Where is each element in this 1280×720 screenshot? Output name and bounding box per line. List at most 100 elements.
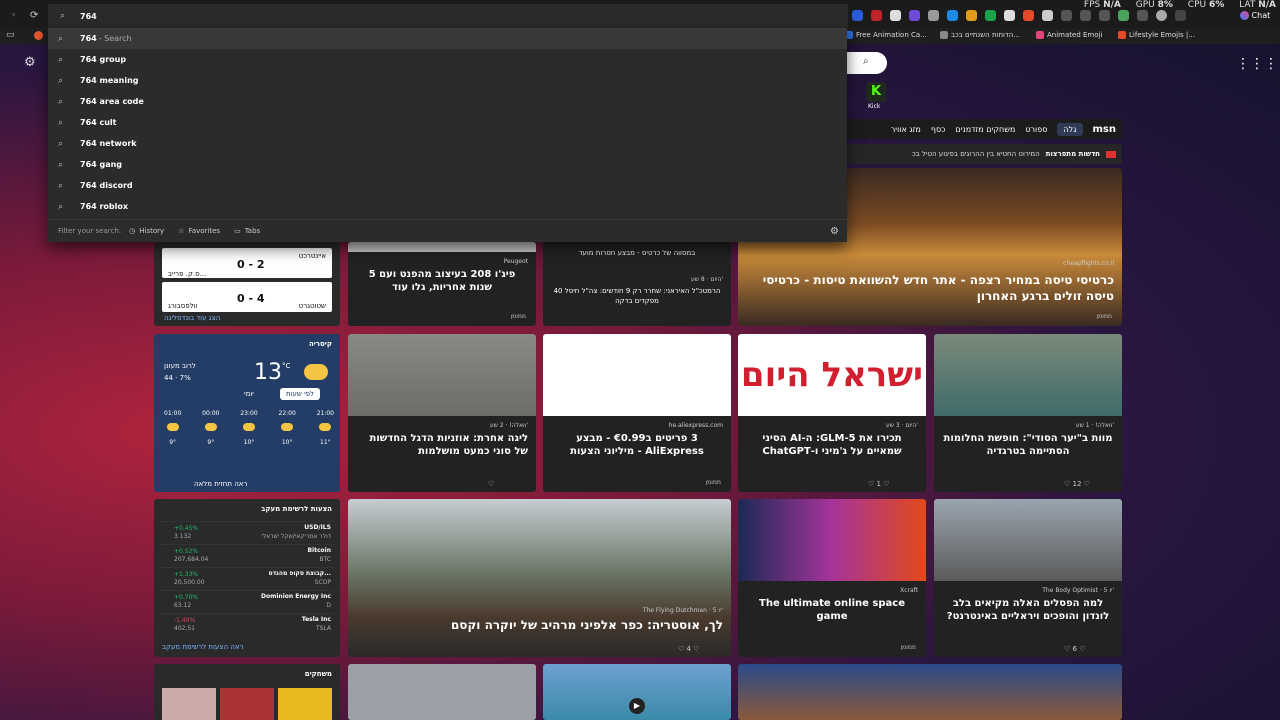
nav-tab[interactable]: מזג אוויר	[891, 125, 921, 134]
news-card[interactable]: במסווה של כרטיס - מבצע חסרות מועד היום ·…	[543, 242, 731, 326]
extension-icon[interactable]	[909, 10, 920, 21]
like-button[interactable]: ♡ 6 ♡	[1064, 645, 1086, 653]
suggestion-item[interactable]: ⌕ 764 group	[48, 49, 847, 70]
like-button[interactable]: ♡ 4 ♡	[678, 645, 700, 653]
news-card[interactable]: וואלה! · 1 שע' מוות ב"יער הסודי": חופשת …	[934, 334, 1122, 492]
suggestion-item[interactable]: ⌕ 764 cult	[48, 112, 847, 133]
team-name: וולפסבורג	[168, 302, 198, 310]
extension-icon[interactable]	[928, 10, 939, 21]
extension-icon[interactable]	[1042, 10, 1053, 21]
news-card[interactable]	[348, 664, 536, 720]
extension-icon[interactable]	[871, 10, 882, 21]
split-screen-icon[interactable]	[1080, 10, 1091, 21]
news-card[interactable]	[738, 664, 1122, 720]
refresh-icon[interactable]: ⟳	[30, 10, 38, 21]
like-button[interactable]: ♡	[488, 480, 494, 488]
extension-icon[interactable]	[1004, 10, 1015, 21]
extension-icon[interactable]	[966, 10, 977, 21]
sports-widget[interactable]: איינטרכט 0 - 2 ס.ק. פרייב... שטוטגרט 0 -…	[154, 242, 340, 326]
suggestion-item[interactable]: ⌕ 764 roblox	[48, 196, 847, 217]
msn-nav: מזג אוויר כסף משחקים מזדמנים ספורט גלה m…	[847, 119, 1122, 139]
like-button[interactable]: ♡ 1 ♡	[868, 480, 890, 488]
watchlist-more-link[interactable]: ראה הצעות לרשימת מעקב	[162, 643, 243, 651]
suggestion-item[interactable]: ⌕ 764 area code	[48, 91, 847, 112]
card-title: לך, אוסטריה: כפר אלפיני מרהיב של יוקרה ו…	[450, 618, 723, 632]
nav-tab[interactable]: ספורט	[1025, 125, 1047, 134]
more-icon[interactable]	[1175, 10, 1186, 21]
msn-logo[interactable]: msn	[1093, 124, 1117, 135]
stock-row[interactable]: +0.45% 3.132 USD/ILS דולר אמריקאי/שקל ישרא…	[160, 521, 335, 542]
news-card[interactable]: Peugeot פיג'ו 208 בעיצוב מהפנט ועם 5 שנו…	[348, 242, 536, 326]
puzzle-icon[interactable]	[1061, 10, 1072, 21]
shield-icon[interactable]	[890, 10, 901, 21]
suggestion-item[interactable]: ⌕ 764 gang	[48, 154, 847, 175]
weather-widget[interactable]: קיסריה 13 °C לרוב מעונן 44 · 7% יומי לפי…	[154, 334, 340, 492]
bookmark-item[interactable]: Free Animation Ca...	[845, 31, 927, 39]
suggestion-item[interactable]: ⌕ 764 network	[48, 133, 847, 154]
stock-row[interactable]: +0.52% 207,684.04 Bitcoin BTC	[160, 544, 335, 565]
favorites-star-icon[interactable]	[1099, 10, 1110, 21]
nav-tab-active[interactable]: גלה	[1057, 122, 1083, 136]
breaking-news-ticker[interactable]: המירוט החטיא בין ההרוגים בפיגוע הטיל בכ …	[847, 144, 1122, 164]
news-card[interactable]: ישראל היום היום · 3 שע' תכירו את GLM-5: …	[738, 334, 926, 492]
apps-grid-icon[interactable]: ⋮⋮⋮	[1236, 56, 1278, 72]
settings-gear-icon[interactable]: ⚙	[24, 55, 36, 70]
address-typed-text[interactable]: 764	[80, 12, 97, 21]
filter-tabs[interactable]: ▭ Tabs	[234, 227, 260, 235]
news-card[interactable]: he.aliexpress.com 3 פריטים ב‎€0.99 - מבצ…	[543, 334, 731, 492]
card-image	[348, 242, 536, 252]
full-forecast-link[interactable]: ראה תחזית מלאה	[194, 480, 247, 488]
weather-icon	[204, 423, 217, 431]
extension-icon[interactable]	[852, 10, 863, 21]
address-bar[interactable]	[48, 4, 848, 28]
stock-row[interactable]: -1.49% 402.51 Tesla Inc TSLA	[160, 613, 335, 634]
extension-toolbar	[852, 10, 1186, 21]
bookmark-item[interactable]: הדוחות השנתיים בכב...	[940, 31, 1020, 39]
suggestion-item[interactable]: ⌕ 764 discord	[48, 175, 847, 196]
bookmark-item[interactable]: Lifestyle Emojis |...	[1118, 31, 1195, 39]
extension-icon[interactable]	[985, 10, 996, 21]
download-icon[interactable]	[1118, 10, 1129, 21]
card-source: היום · 3 שע'	[885, 422, 918, 429]
bookmark-item[interactable]: Animated Emoji	[1036, 31, 1102, 39]
web-search-button[interactable]: ⌕	[847, 52, 887, 74]
nav-tab[interactable]: כסף	[931, 125, 946, 134]
tabs-icon[interactable]: ▭	[6, 30, 15, 40]
suggestion-item-search[interactable]: ⌕ 764 - Search	[48, 28, 847, 49]
game-thumbnail[interactable]	[278, 688, 332, 720]
filter-favorites[interactable]: ☆ Favorites	[178, 227, 220, 235]
game-thumbnail[interactable]	[162, 688, 216, 720]
ad-card[interactable]: Xcraft The ultimate online space game ממ…	[738, 499, 926, 657]
copilot-chat-button[interactable]: Chat	[1240, 11, 1270, 20]
extension-icon[interactable]	[1023, 10, 1034, 21]
game-thumbnail[interactable]	[220, 688, 274, 720]
filter-history[interactable]: ◷ History	[129, 227, 164, 235]
suggestion-settings-gear-icon[interactable]: ⚙	[830, 226, 839, 237]
watchlist-widget[interactable]: הצעות לרשימת מעקב +0.45% 3.132 USD/ILS דול…	[154, 499, 340, 657]
extension-icon[interactable]	[947, 10, 958, 21]
match-row[interactable]: איינטרכט 0 - 2 ס.ק. פרייב...	[162, 248, 332, 278]
video-card[interactable]: ▶	[543, 664, 731, 720]
card-source: The Flying Dutchman · 5 יו'	[642, 607, 723, 614]
avatar[interactable]	[1156, 10, 1167, 21]
nav-tab[interactable]: משחקים מזדמנים	[955, 125, 1015, 134]
stock-row[interactable]: +1.33% 20,500.00 קבוצת סקופ מהנדס... SCOP	[160, 567, 335, 588]
forecast-hour: 01:00 9°	[164, 410, 182, 446]
weather-tab[interactable]: יומי	[244, 390, 254, 398]
sponsored-label: ממומן	[900, 644, 917, 651]
card-title: מוות ב"יער הסודי": חופשת החלומות הסתיימה…	[943, 433, 1113, 457]
news-card-wide[interactable]: The Flying Dutchman · 5 יו' לך, אוסטריה:…	[348, 499, 731, 657]
news-card[interactable]: The Body Optimist · 5 יו' למה הפסלים האל…	[934, 499, 1122, 657]
kick-shortcut-icon[interactable]: K	[866, 82, 886, 102]
suggestion-item[interactable]: ⌕ 764 meaning	[48, 70, 847, 91]
stock-row[interactable]: +0.70% 63.12 Dominion Energy Inc D	[160, 590, 335, 611]
news-card[interactable]: וואלה! · 2 שע' ליגה אחרת: אוזניות הדגל ה…	[348, 334, 536, 492]
weather-tab-active[interactable]: לפי שעות	[280, 388, 320, 400]
back-icon[interactable]: ‹	[12, 10, 16, 20]
share-icon[interactable]	[1137, 10, 1148, 21]
games-widget[interactable]: משחקים	[154, 664, 340, 720]
see-more-link[interactable]: הצג עוד בונדסליגה	[164, 314, 220, 322]
match-row[interactable]: שטוטגרט 0 - 4 וולפסבורג	[162, 282, 332, 312]
like-button[interactable]: ♡ 12 ♡	[1064, 480, 1090, 488]
play-icon[interactable]: ▶	[629, 698, 645, 714]
